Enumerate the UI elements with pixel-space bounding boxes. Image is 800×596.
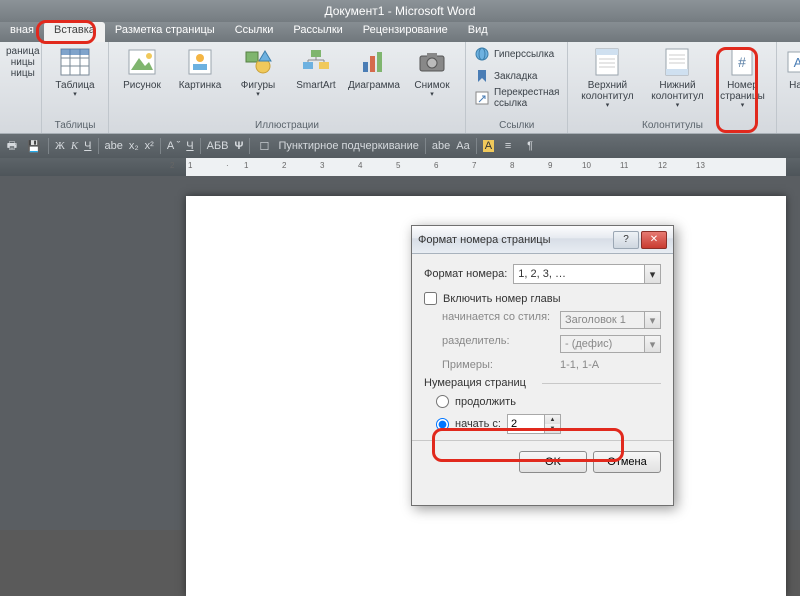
hyperlink-icon [474, 46, 490, 62]
tab-insert[interactable]: Вставка [44, 22, 105, 42]
group-tables-label: Таблицы [48, 119, 102, 133]
page-number-button[interactable]: #Номер страницы▾ [714, 44, 770, 110]
format-label: Формат номера: [424, 268, 507, 280]
print-icon[interactable]: 🖶 [4, 138, 20, 154]
tab-mailings[interactable]: Рассылки [283, 22, 352, 42]
start-at-spinner[interactable]: ▲▼ [507, 414, 561, 434]
header-icon [590, 46, 624, 78]
separator-combo: - (дефис)▾ [560, 335, 661, 353]
clipart-icon [183, 46, 217, 78]
bookmark-icon [474, 68, 490, 84]
pages-button[interactable]: раницаницыницы [6, 44, 40, 79]
help-button[interactable]: ? [613, 231, 639, 249]
screenshot-button[interactable]: Снимок▾ [405, 44, 459, 99]
title-bar: Документ1 - Microsoft Word [0, 0, 800, 22]
table-button[interactable]: Таблица▾ [48, 44, 102, 99]
continue-radio[interactable] [436, 395, 449, 408]
page-number-icon: # [725, 46, 759, 78]
spin-up-icon[interactable]: ▲ [545, 415, 560, 424]
svg-text:#: # [739, 54, 747, 70]
bookmark-button[interactable]: Закладка [472, 66, 561, 86]
header-button[interactable]: Верхний колонтитул▾ [574, 44, 640, 110]
start-at-input[interactable] [508, 415, 544, 433]
checkbox-icon[interactable]: ☐ [256, 138, 272, 154]
align-icon[interactable]: ≡ [500, 138, 516, 154]
footer-icon [660, 46, 694, 78]
group-links-label: Ссылки [472, 119, 561, 133]
shapes-icon [241, 46, 275, 78]
smartart-icon [299, 46, 333, 78]
numbering-header: Нумерация страниц [424, 377, 661, 389]
include-chapter-checkbox[interactable] [424, 292, 437, 305]
spin-down-icon[interactable]: ▼ [545, 424, 560, 433]
chevron-down-icon[interactable]: ▾ [644, 265, 660, 283]
dialog-titlebar[interactable]: Формат номера страницы ? ✕ [412, 226, 673, 254]
close-button[interactable]: ✕ [641, 231, 667, 249]
picture-button[interactable]: Рисунок [115, 44, 169, 91]
table-icon [58, 46, 92, 78]
format-combo[interactable]: 1, 2, 3, …▾ [513, 264, 661, 284]
tab-view[interactable]: Вид [458, 22, 498, 42]
cancel-button[interactable]: Отмена [593, 451, 661, 473]
page-number-format-dialog: Формат номера страницы ? ✕ Формат номера… [411, 225, 674, 506]
camera-icon [415, 46, 449, 78]
shapes-button[interactable]: Фигуры▾ [231, 44, 285, 99]
document-area [0, 176, 800, 530]
paragraph-icon[interactable]: ¶ [522, 138, 538, 154]
textbox-button[interactable]: AНад [783, 44, 800, 91]
smartart-button[interactable]: SmartArt [289, 44, 343, 91]
save-icon[interactable]: 💾 [26, 138, 42, 154]
window-title: Документ1 - Microsoft Word [324, 4, 475, 18]
start-at-radio[interactable] [436, 418, 449, 431]
crossref-icon [474, 90, 490, 106]
include-chapter-label: Включить номер главы [443, 293, 561, 305]
ok-button[interactable]: OK [519, 451, 587, 473]
group-headerfooter-label: Колонтитулы [574, 119, 770, 133]
dialog-title: Формат номера страницы [418, 234, 611, 246]
quick-access-bar: 🖶 💾 Ж К Ч abex₂x² A ˇЧ АБВΨ ☐ Пунктирное… [0, 134, 800, 158]
svg-text:A: A [794, 55, 800, 70]
crossref-button[interactable]: Перекрестная ссылка [472, 88, 561, 108]
picture-icon [125, 46, 159, 78]
tab-references[interactable]: Ссылки [225, 22, 284, 42]
tab-home[interactable]: вная [0, 22, 44, 42]
chapter-style-combo: Заголовок 1▾ [560, 311, 661, 329]
chart-button[interactable]: Диаграмма [347, 44, 401, 91]
underline-style[interactable]: Пунктирное подчеркивание [278, 140, 418, 152]
tab-page-layout[interactable]: Разметка страницы [105, 22, 225, 42]
ribbon-tabs: вная Вставка Разметка страницы Ссылки Ра… [0, 22, 800, 42]
group-label [6, 130, 35, 133]
clipart-button[interactable]: Картинка [173, 44, 227, 91]
ruler[interactable]: 21·12345678910111213 [0, 158, 800, 176]
textbox-icon: A [781, 46, 800, 78]
ribbon: раницаницыницы Таблица▾ Таблицы Рисунок … [0, 42, 800, 134]
chart-icon [357, 46, 391, 78]
tab-review[interactable]: Рецензирование [353, 22, 458, 42]
hyperlink-button[interactable]: Гиперссылка [472, 44, 561, 64]
group-illustrations-label: Иллюстрации [115, 119, 459, 133]
footer-button[interactable]: Нижний колонтитул▾ [644, 44, 710, 110]
